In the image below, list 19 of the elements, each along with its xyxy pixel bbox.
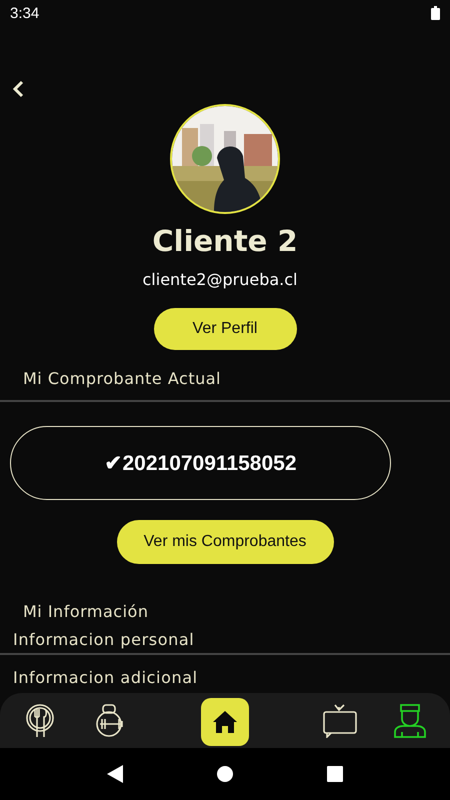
client-email: cliente2@prueba.cl xyxy=(142,270,298,289)
home-icon xyxy=(212,710,238,734)
home-circle-icon[interactable] xyxy=(217,766,233,782)
battery-icon xyxy=(431,6,440,20)
plate-cutlery-icon[interactable] xyxy=(25,702,55,738)
info-list-item[interactable]: Informacion adicional xyxy=(13,669,198,687)
back-triangle-icon[interactable] xyxy=(107,765,123,783)
info-list-item[interactable]: Informacion personal xyxy=(13,631,194,649)
back-icon[interactable] xyxy=(12,80,24,98)
client-name: Cliente 2 xyxy=(152,224,298,258)
status-time: 3:34 xyxy=(10,4,40,22)
view-receipts-button[interactable]: Ver mis Comprobantes xyxy=(116,520,334,564)
person-cap-icon[interactable] xyxy=(394,704,426,738)
tv-chat-icon[interactable] xyxy=(323,704,357,738)
section-heading: Mi Información xyxy=(22,602,150,621)
section-heading: Mi Comprobante Actual xyxy=(22,369,222,388)
view-profile-button[interactable]: Ver Perfil xyxy=(154,308,296,350)
home-button[interactable] xyxy=(201,698,249,746)
receipt-number: ✔202107091158052 xyxy=(10,426,391,500)
